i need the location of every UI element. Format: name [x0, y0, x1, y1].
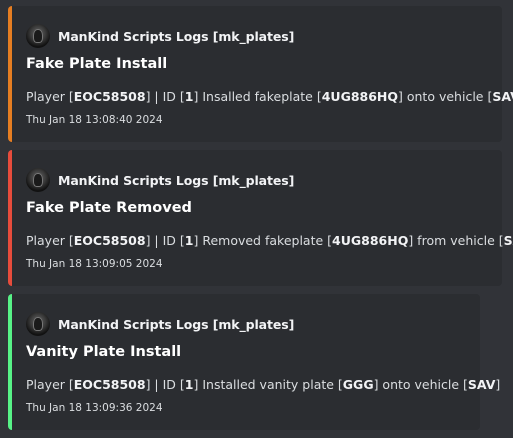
log-embed-fake-plate-removed: ManKind Scripts Logs [mk_plates] Fake Pl…	[8, 150, 513, 286]
author-name[interactable]: ManKind Scripts Logs [mk_plates]	[58, 29, 294, 44]
author-name[interactable]: ManKind Scripts Logs [mk_plates]	[58, 317, 294, 332]
vehicle-name: SAV	[492, 89, 513, 104]
desc-text: Player [	[26, 377, 74, 392]
embed-description: Player [EOC58508] | ID [1] Insalled fake…	[26, 89, 513, 104]
desc-text: ] | ID [	[145, 377, 185, 392]
log-embed-vanity-plate-install: ManKind Scripts Logs [mk_plates] Vanity …	[8, 294, 500, 430]
desc-text: ] from vehicle [	[408, 233, 504, 248]
log-embed-fake-plate-install: ManKind Scripts Logs [mk_plates] Fake Pl…	[8, 6, 513, 142]
embed-timestamp: Thu Jan 18 13:09:36 2024	[26, 402, 163, 414]
vehicle-name: SAV	[467, 377, 496, 392]
plate-value: 4UG886HQ	[332, 233, 409, 248]
embed-title: Fake Plate Removed	[26, 200, 192, 216]
mask-avatar-icon[interactable]	[26, 168, 50, 192]
embed-timestamp: Thu Jan 18 13:08:40 2024	[26, 114, 163, 126]
embed-author: ManKind Scripts Logs [mk_plates]	[26, 24, 294, 48]
embed-title: Fake Plate Install	[26, 56, 168, 72]
desc-text: Player [	[26, 233, 74, 248]
desc-text: ] onto vehicle [	[373, 377, 468, 392]
embed-author: ManKind Scripts Logs [mk_plates]	[26, 312, 294, 336]
embed-title: Vanity Plate Install	[26, 344, 182, 360]
desc-text: ] Installed vanity plate [	[193, 377, 343, 392]
desc-text: ] | ID [	[145, 233, 185, 248]
mask-avatar-icon[interactable]	[26, 24, 50, 48]
desc-text: ] Insalled fakeplate [	[193, 89, 322, 104]
vehicle-name: SAV	[503, 233, 513, 248]
embed-author: ManKind Scripts Logs [mk_plates]	[26, 168, 294, 192]
embed-description: Player [EOC58508] | ID [1] Removed fakep…	[26, 233, 513, 248]
author-name[interactable]: ManKind Scripts Logs [mk_plates]	[58, 173, 294, 188]
embed-description: Player [EOC58508] | ID [1] Installed van…	[26, 377, 500, 392]
desc-text: ] onto vehicle [	[398, 89, 493, 104]
desc-text: ]	[495, 377, 501, 392]
player-id: EOC58508	[73, 377, 146, 392]
embed-timestamp: Thu Jan 18 13:09:05 2024	[26, 258, 163, 270]
desc-text: ] | ID [	[145, 89, 185, 104]
player-id: EOC58508	[73, 233, 146, 248]
plate-value: 4UG886HQ	[321, 89, 399, 104]
desc-text: ] Removed fakeplate [	[193, 233, 333, 248]
player-id: EOC58508	[73, 89, 146, 104]
mask-avatar-icon[interactable]	[26, 312, 50, 336]
desc-text: Player [	[26, 89, 74, 104]
plate-value: GGG	[342, 377, 374, 392]
